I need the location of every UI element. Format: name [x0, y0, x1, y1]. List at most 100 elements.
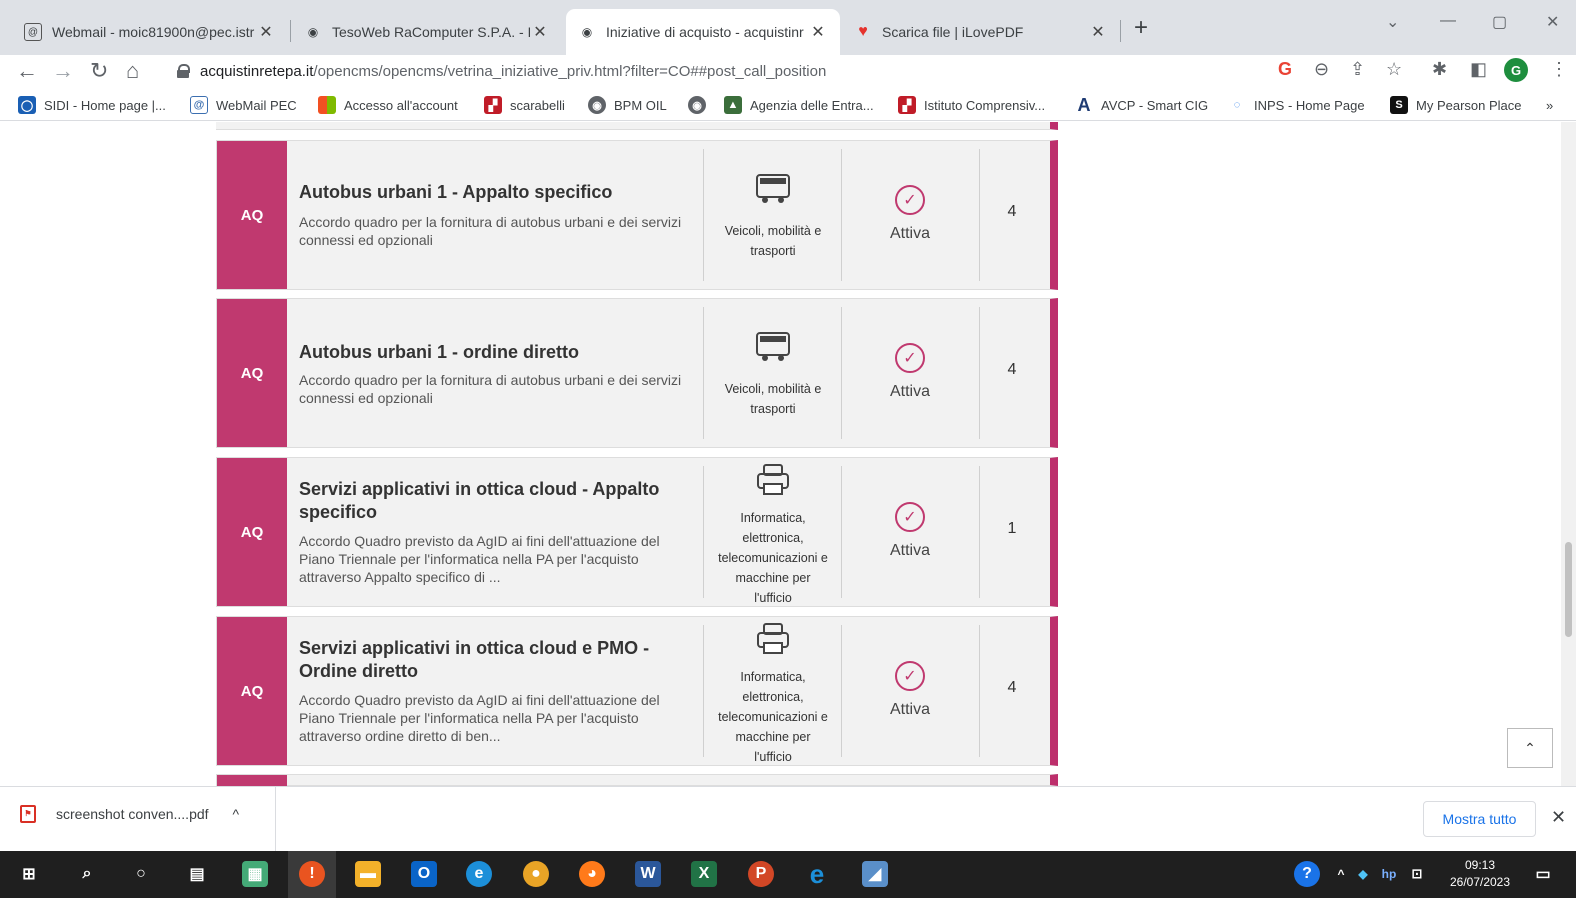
bookmark-label: Agenzia delle Entra... — [750, 97, 874, 113]
powerpoint-icon[interactable]: P — [748, 861, 774, 887]
app-icon[interactable]: ◢ — [862, 861, 888, 887]
close-window-icon[interactable]: ✕ — [1546, 12, 1559, 32]
google-lens-icon[interactable]: G — [1278, 59, 1292, 80]
category-line: Informatica, — [740, 670, 806, 684]
file-explorer-icon[interactable]: ▬ — [355, 861, 381, 887]
new-tab-button[interactable]: + — [1134, 14, 1148, 42]
back-icon[interactable]: ← — [16, 58, 38, 84]
sidi-icon: ◯ — [18, 96, 36, 114]
calculator-icon[interactable]: ▦ — [242, 861, 268, 887]
bookmark-unnamed[interactable]: ◉ — [688, 95, 714, 115]
maximize-icon[interactable]: ▢ — [1492, 12, 1507, 32]
cortana-icon[interactable]: ○ — [128, 861, 154, 887]
tab-tesoweb[interactable]: ◉ TesoWeb RaComputer S.P.A. - Bi ✕ — [292, 9, 562, 55]
chrome-icon[interactable]: ● — [523, 861, 549, 887]
bookmark-scarabelli[interactable]: ▞ scarabelli — [484, 95, 565, 115]
bookmark-label: SIDI - Home page |... — [44, 97, 166, 113]
network-icon[interactable]: ⊡ — [1406, 861, 1428, 887]
download-item[interactable]: ⚑ screenshot conven....pdf ^ — [20, 805, 239, 823]
initiative-title[interactable]: Autobus urbani 1 - Appalto specifico — [299, 181, 699, 204]
agenzia-entrate-icon: ▲ — [724, 96, 742, 114]
show-all-button[interactable]: Mostra tutto — [1423, 801, 1536, 837]
initiative-description: Accordo Quadro previsto da AgID ai fini … — [299, 533, 660, 585]
tab-webmail[interactable]: @ Webmail - moic81900n@pec.istr ✕ — [12, 9, 288, 55]
bookmark-label: BPM OIL — [614, 97, 667, 113]
initiative-card[interactable]: AQ Autobus urbani 1 - ordine diretto Acc… — [216, 298, 1058, 448]
forward-icon[interactable]: → — [52, 58, 74, 84]
category-line: macchine per — [735, 571, 811, 585]
tab-separator — [1120, 20, 1121, 42]
back-to-top-button[interactable]: ⌃ — [1507, 728, 1553, 768]
hp-icon[interactable]: hp — [1380, 861, 1398, 887]
extensions-icon[interactable]: ✱ — [1432, 59, 1447, 80]
bookmark-star-icon[interactable]: ☆ — [1386, 59, 1402, 80]
bookmark-inps[interactable]: ◌ INPS - Home Page — [1228, 95, 1365, 115]
close-download-bar-icon[interactable]: ✕ — [1551, 807, 1566, 828]
search-icon[interactable]: ⌕ — [74, 861, 100, 887]
share-icon[interactable]: ⇪ — [1350, 59, 1365, 80]
url-host: acquistinretepa.it — [200, 62, 314, 80]
bookmark-pearson[interactable]: S My Pearson Place — [1390, 95, 1522, 115]
bookmark-label: INPS - Home Page — [1254, 97, 1365, 113]
bookmark-webmail-pec[interactable]: @ WebMail PEC — [190, 95, 297, 115]
page-content: AQ Autobus urbani 1 - Appalto specifico … — [0, 122, 1576, 786]
menu-icon[interactable]: ⋮ — [1550, 59, 1568, 80]
profile-avatar[interactable]: G — [1504, 58, 1528, 82]
tab-ilovepdf[interactable]: ♥ Scarica file | iLovePDF ✕ — [842, 9, 1120, 55]
notifications-icon[interactable]: ▭ — [1530, 861, 1556, 887]
printer-icon — [757, 464, 789, 495]
next-card-edge — [216, 774, 1058, 786]
initiative-card[interactable]: AQ Autobus urbani 1 - Appalto specifico … — [216, 140, 1058, 290]
tray-app-icon[interactable]: ◆ — [1354, 861, 1372, 887]
bookmark-accesso-account[interactable]: Accesso all'account — [318, 95, 458, 115]
bookmark-sidi[interactable]: ◯ SIDI - Home page |... — [18, 95, 166, 115]
category-line: Veicoli, mobilità e — [724, 382, 822, 396]
bookmark-avcp[interactable]: A AVCP - Smart CIG — [1075, 95, 1208, 115]
chevron-up-icon[interactable]: ^ — [233, 806, 240, 822]
help-icon[interactable]: ? — [1294, 861, 1320, 887]
pdf-file-icon: ⚑ — [20, 805, 36, 823]
close-tab-icon[interactable]: ✕ — [1088, 22, 1108, 42]
outlook-icon[interactable]: O — [411, 861, 437, 887]
check-circle-icon: ✓ — [895, 185, 925, 215]
edge-icon[interactable]: e — [466, 861, 492, 887]
tab-search-icon[interactable]: ⌄ — [1386, 12, 1399, 32]
internet-explorer-icon[interactable]: e — [804, 859, 830, 889]
initiative-title[interactable]: Autobus urbani 1 - ordine diretto — [299, 341, 699, 364]
initiative-card[interactable]: AQ Servizi applicativi in ottica cloud e… — [216, 616, 1058, 766]
zoom-icon[interactable]: ⊖ — [1314, 59, 1329, 80]
chevron-up-icon[interactable]: ^ — [1328, 861, 1354, 887]
word-icon[interactable]: W — [635, 861, 661, 887]
scrollbar[interactable] — [1561, 122, 1576, 786]
tab-iniziative[interactable]: ◉ Iniziative di acquisto - acquistinr ✕ — [566, 9, 840, 55]
app-icon[interactable]: ! — [299, 861, 325, 887]
bookmark-bpm-oil[interactable]: ◉ BPM OIL — [588, 95, 667, 115]
excel-icon[interactable]: X — [691, 861, 717, 887]
column-divider — [703, 149, 704, 281]
reload-icon[interactable]: ↻ — [90, 58, 108, 84]
item-count: 1 — [1007, 520, 1017, 537]
task-view-icon[interactable]: ▤ — [184, 861, 210, 887]
scrollbar-thumb[interactable] — [1565, 542, 1572, 637]
minimize-icon[interactable]: — — [1440, 12, 1456, 30]
home-icon[interactable]: ⌂ — [126, 58, 139, 84]
more-bookmarks-icon[interactable]: » — [1546, 95, 1553, 115]
category-line: trasporti — [750, 244, 796, 258]
side-panel-icon[interactable]: ◧ — [1470, 59, 1487, 80]
column-divider — [703, 625, 704, 757]
tab-strip: @ Webmail - moic81900n@pec.istr ✕ ◉ Teso… — [0, 0, 1576, 55]
category-label: Informatica, elettronica, telecomunicazi… — [705, 508, 841, 608]
initiative-title[interactable]: Servizi applicativi in ottica cloud e PM… — [299, 637, 699, 683]
close-tab-icon[interactable]: ✕ — [530, 22, 550, 42]
initiative-title[interactable]: Servizi applicativi in ottica cloud - Ap… — [299, 478, 699, 524]
check-circle-icon: ✓ — [895, 661, 925, 691]
initiative-card[interactable]: AQ Servizi applicativi in ottica cloud -… — [216, 457, 1058, 607]
bookmark-istituto[interactable]: ▞ Istituto Comprensiv... — [898, 95, 1045, 115]
windows-start-icon[interactable]: ⊞ — [16, 861, 42, 887]
close-tab-icon[interactable]: ✕ — [808, 22, 828, 42]
bookmark-agenzia-entrate[interactable]: ▲ Agenzia delle Entra... — [724, 95, 874, 115]
address-bar[interactable]: acquistinretepa.it /opencms/opencms/vetr… — [166, 56, 1266, 86]
close-tab-icon[interactable]: ✕ — [256, 22, 276, 42]
firefox-icon[interactable]: ◕ — [579, 861, 605, 887]
system-clock[interactable]: 09:13 26/07/2023 — [1440, 857, 1520, 891]
